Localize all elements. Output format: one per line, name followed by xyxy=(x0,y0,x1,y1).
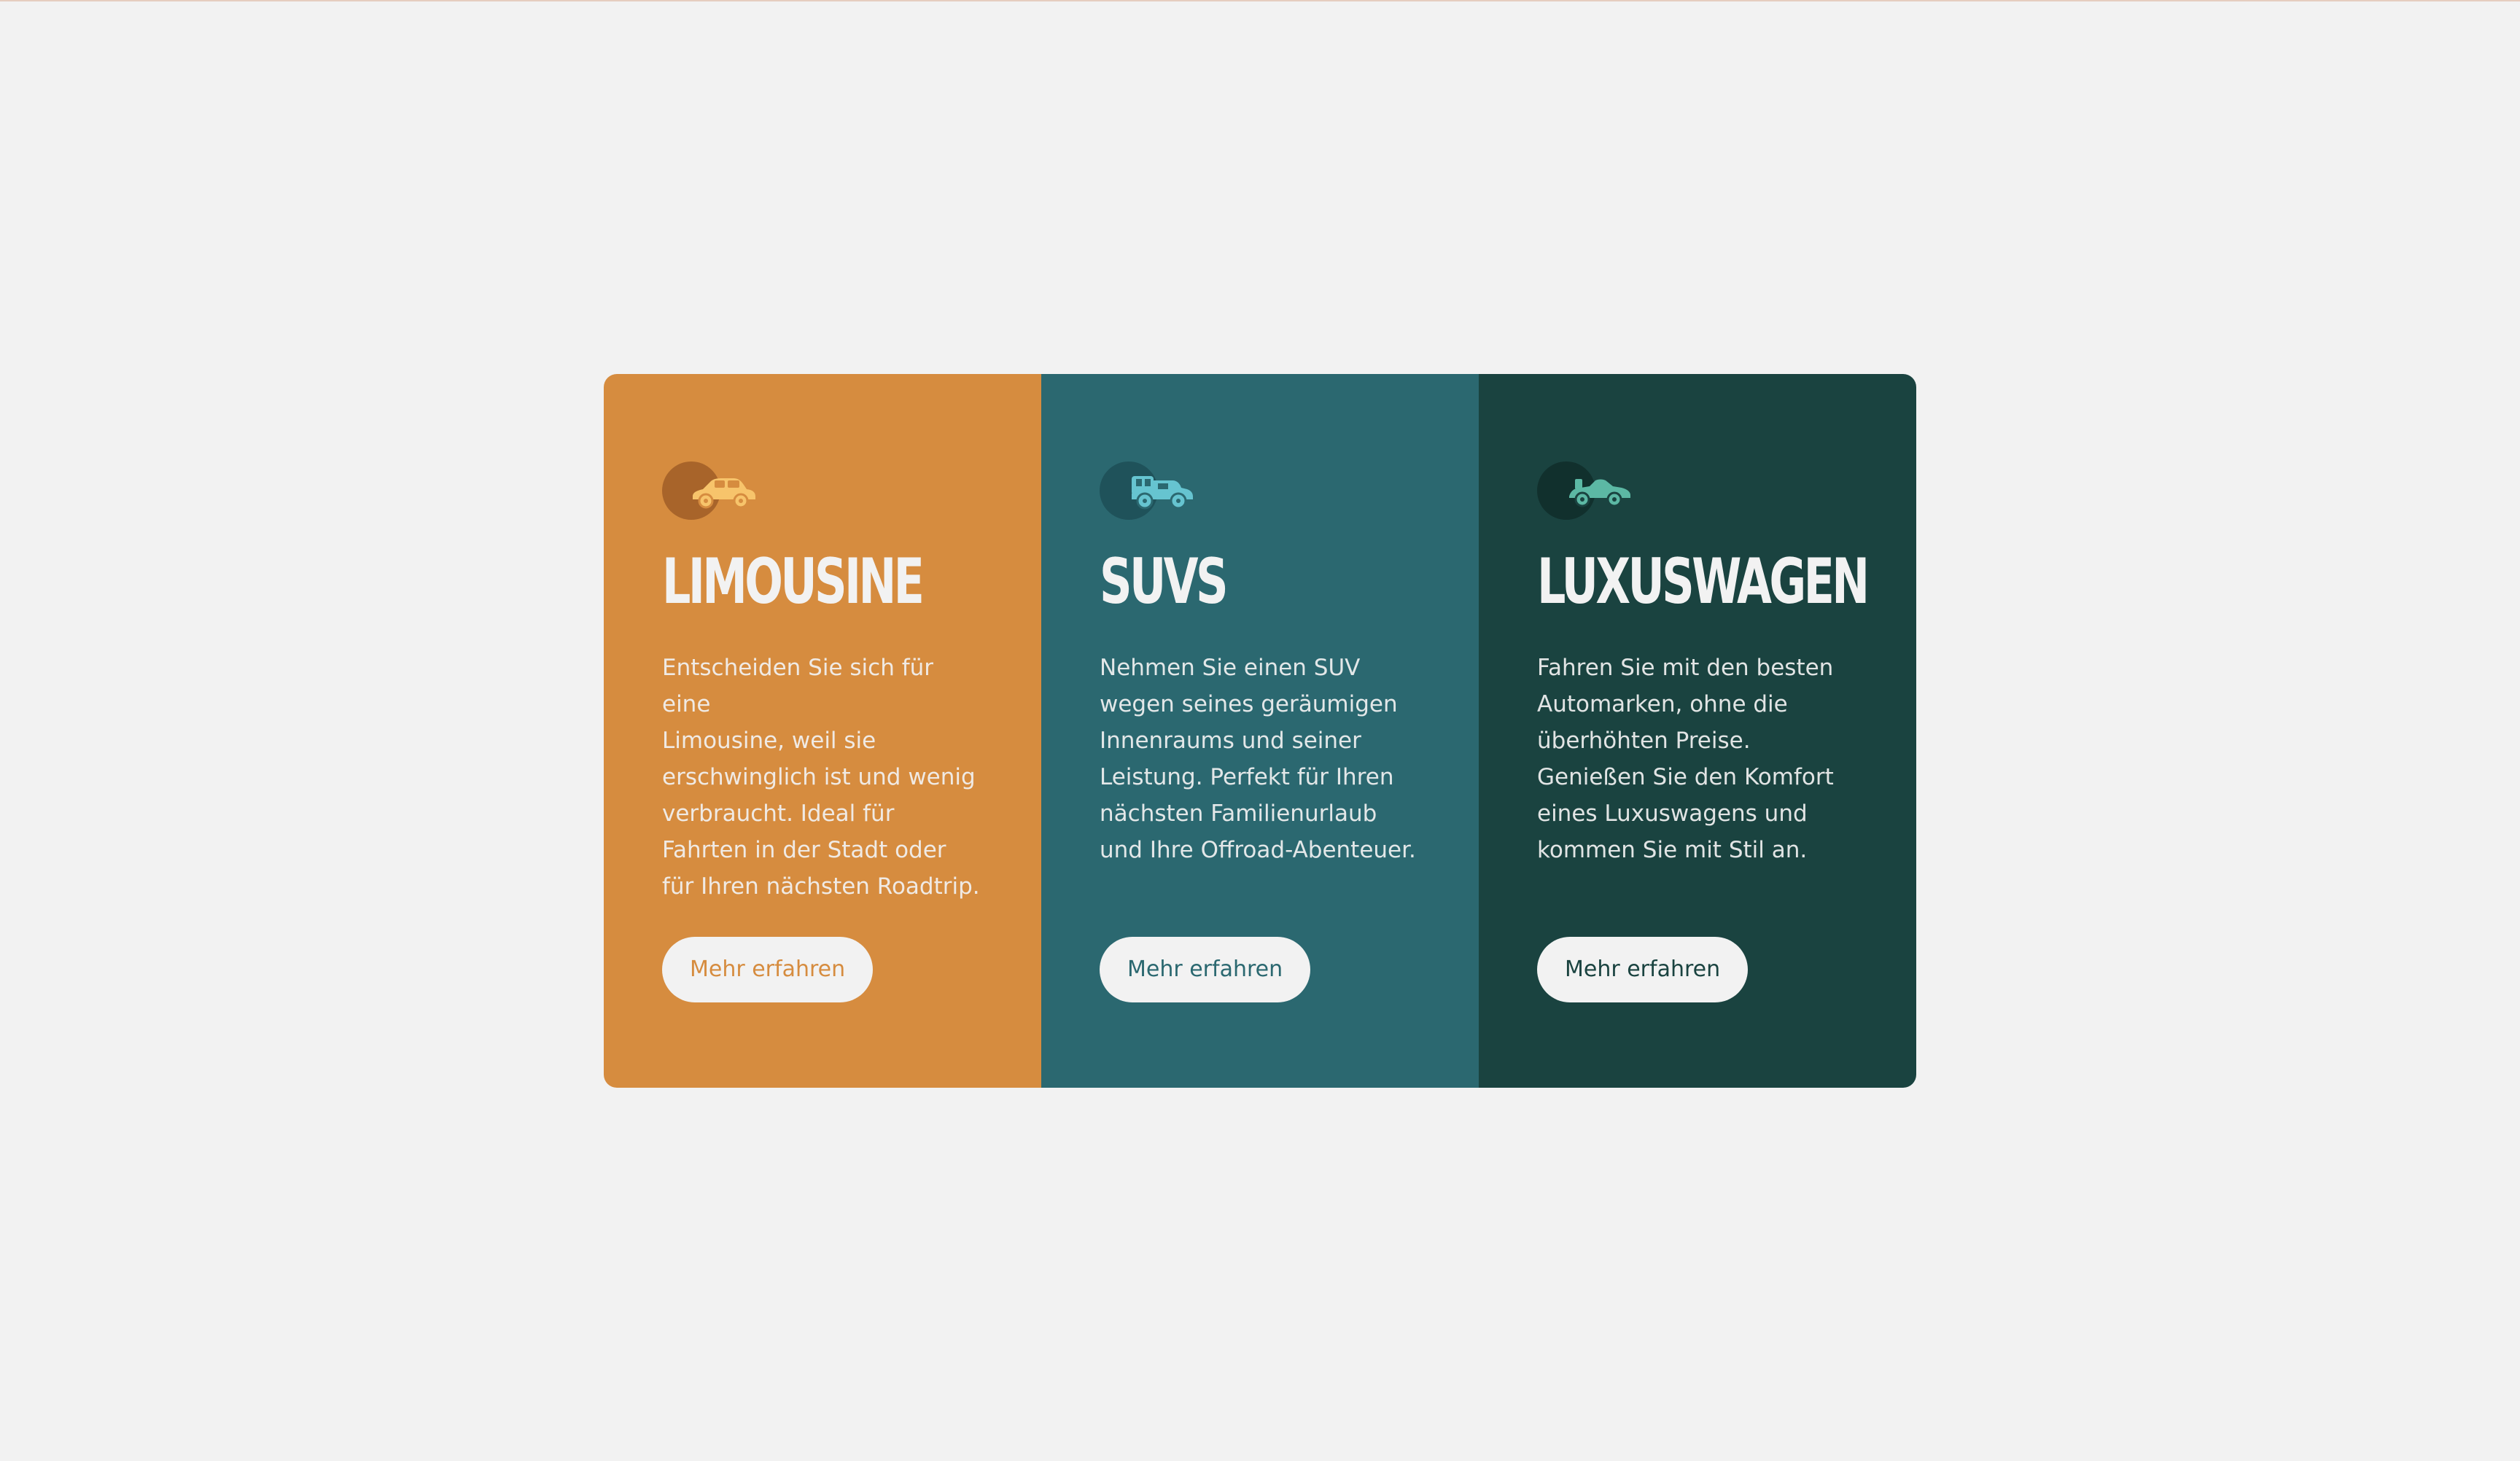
car-category-cards: LIMOUSINE Entscheiden Sie sich für eine … xyxy=(604,374,1916,1088)
suv-icon xyxy=(1132,476,1193,510)
luxury-car-icon xyxy=(1569,479,1630,507)
sedan-car-icon xyxy=(693,478,755,509)
card-title: SUVS xyxy=(1100,545,1229,618)
luxury-card: LUXUSWAGEN Fahren Sie mit den besten Aut… xyxy=(1479,374,1916,1088)
top-border xyxy=(0,0,2520,1)
learn-more-button[interactable]: Mehr erfahren xyxy=(1100,937,1311,1002)
suvs-card: SUVS Nehmen Sie einen SUV wegen seines g… xyxy=(1041,374,1479,1088)
luxury-icon-container xyxy=(1537,461,1639,520)
card-title: LUXUSWAGEN xyxy=(1537,545,1870,618)
card-description: Entscheiden Sie sich für eine Limousine,… xyxy=(662,655,980,900)
card-description: Fahren Sie mit den besten Automarken, oh… xyxy=(1537,655,1834,863)
card-title: LIMOUSINE xyxy=(662,545,925,618)
learn-more-button[interactable]: Mehr erfahren xyxy=(1537,937,1749,1002)
sedan-icon-container xyxy=(662,461,764,520)
sedans-card: LIMOUSINE Entscheiden Sie sich für eine … xyxy=(604,374,1041,1088)
suv-icon-container xyxy=(1100,461,1202,520)
learn-more-button[interactable]: Mehr erfahren xyxy=(662,937,874,1002)
card-description: Nehmen Sie einen SUV wegen seines geräum… xyxy=(1100,655,1416,863)
